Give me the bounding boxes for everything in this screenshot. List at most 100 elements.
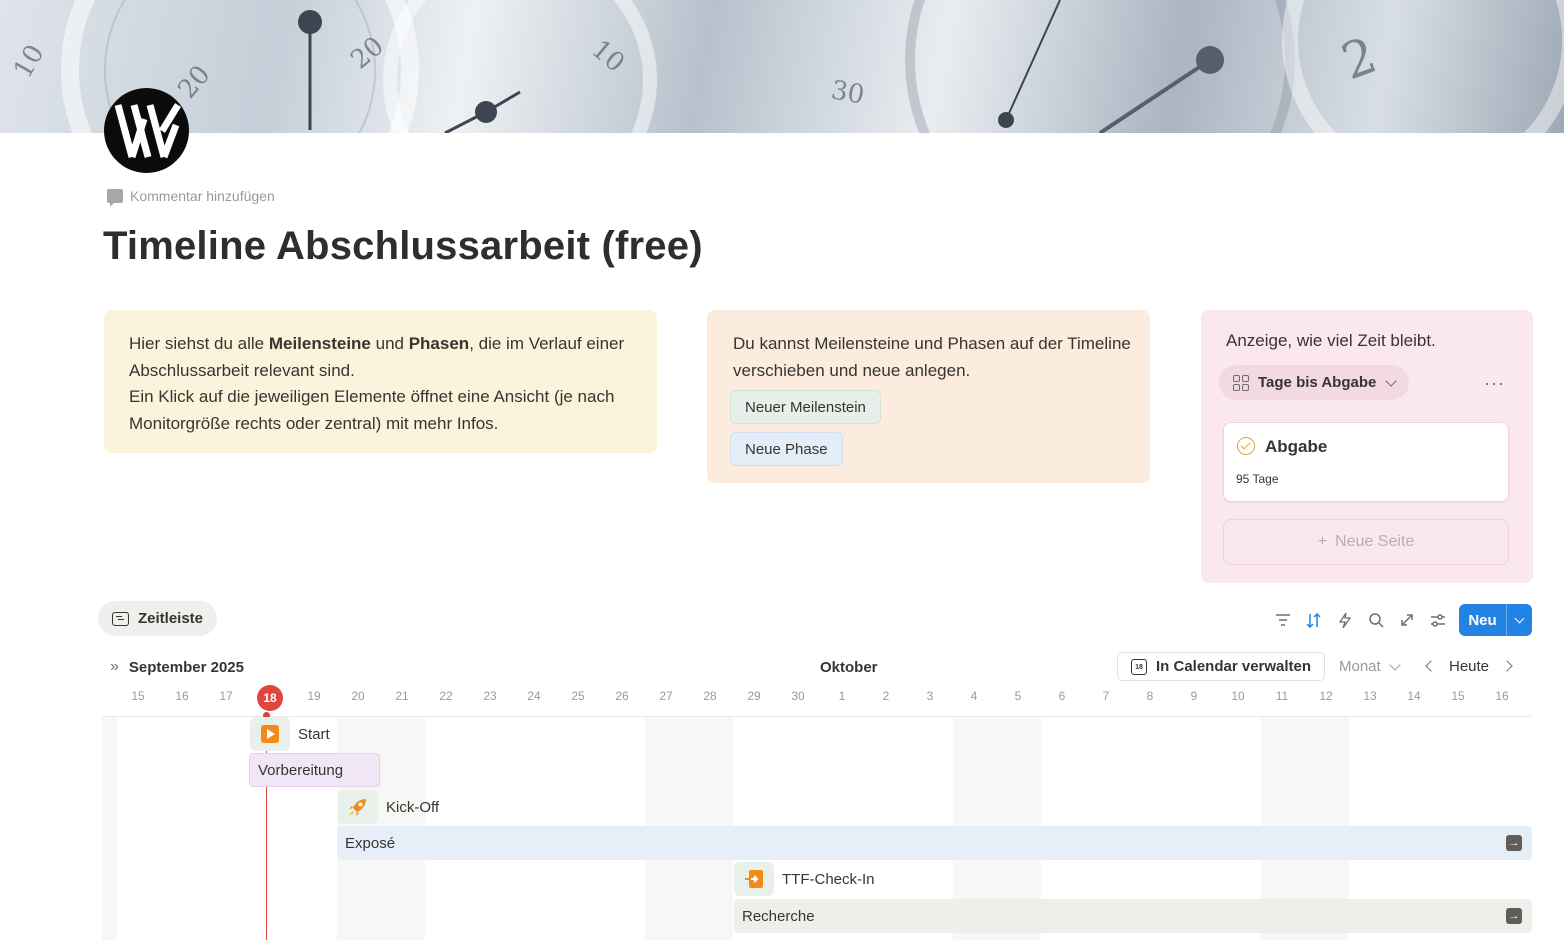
page-icon-logo[interactable] <box>104 88 189 173</box>
page-title[interactable]: Timeline Abschlussarbeit (free) <box>103 224 703 269</box>
view-tab-timeline[interactable]: Zeitleiste <box>98 601 218 636</box>
phase-vorbereitung[interactable]: Vorbereitung <box>249 753 380 787</box>
day-label: 11 <box>1275 689 1289 703</box>
milestone-label: TTF-Check-In <box>782 870 875 888</box>
chevron-down-icon <box>1389 658 1401 671</box>
callout-actions-text[interactable]: Du kannst Meilensteine und Phasen auf de… <box>733 331 1133 384</box>
day-label: 7 <box>1102 689 1110 703</box>
day-label: 28 <box>703 689 717 703</box>
previous-chevron-icon[interactable] <box>1425 660 1437 672</box>
day-label: 17 <box>219 689 233 703</box>
more-options-icon[interactable]: ··· <box>1484 373 1505 394</box>
scale-label: Monat <box>1339 658 1381 675</box>
svg-text:10: 10 <box>586 34 631 78</box>
next-chevron-icon[interactable] <box>1501 660 1513 672</box>
rocket-icon <box>338 790 378 824</box>
day-label: 6 <box>1058 689 1066 703</box>
chevron-down-icon <box>1385 374 1398 387</box>
automation-bolt-icon[interactable] <box>1336 612 1354 628</box>
add-comment-button[interactable]: Kommentar hinzufügen <box>107 188 275 207</box>
weekend-shade <box>102 717 117 940</box>
manage-in-calendar-button[interactable]: 18 In Calendar verwalten <box>1117 652 1326 681</box>
callout-info: Hier siehst du alle Meilensteine und Pha… <box>104 310 657 453</box>
calendar-icon: 18 <box>1131 658 1147 675</box>
milestone-label: Start <box>298 725 330 743</box>
day-label: 25 <box>571 689 585 703</box>
day-label: 14 <box>1407 689 1421 703</box>
day-label: 15 <box>131 689 145 703</box>
day-label: 2 <box>882 689 890 703</box>
search-icon[interactable] <box>1367 612 1385 628</box>
view-selector-days-until-submission[interactable]: Tage bis Abgabe <box>1219 365 1410 400</box>
day-label: 12 <box>1319 689 1333 703</box>
new-page-label: Neue Seite <box>1335 533 1415 550</box>
callout-countdown-text[interactable]: Anzeige, wie viel Zeit bleibt. <box>1226 331 1436 351</box>
day-label: 5 <box>1014 689 1022 703</box>
day-label: 15 <box>1451 689 1465 703</box>
comment-icon <box>107 189 123 207</box>
day-label: 30 <box>791 689 805 703</box>
today-marker: 18 <box>257 685 283 711</box>
day-label: 4 <box>970 689 978 703</box>
milestone-ttf-check-in[interactable]: TTF-Check-In <box>734 862 875 896</box>
manage-in-calendar-label: In Calendar verwalten <box>1156 658 1312 675</box>
view-tab-label: Zeitleiste <box>138 610 204 627</box>
day-label: 1 <box>838 689 846 703</box>
callout-info-text-part: Hier siehst du alle <box>129 334 269 353</box>
expand-icon[interactable] <box>1398 612 1416 628</box>
day-label: 19 <box>307 689 321 703</box>
callout-info-text-part: und <box>370 334 409 353</box>
day-label: 10 <box>1231 689 1245 703</box>
gallery-card-abgabe[interactable]: Abgabe 95 Tage <box>1223 422 1509 502</box>
new-entry-dropdown-chevron-icon[interactable] <box>1507 613 1532 623</box>
day-label: 20 <box>351 689 365 703</box>
sort-icon[interactable] <box>1305 612 1323 628</box>
phase-label: Vorbereitung <box>258 761 344 779</box>
callout-info-bold-milestones: Meilensteine <box>268 334 371 353</box>
phase-recherche[interactable]: Recherche → <box>734 899 1532 933</box>
callout-info-text[interactable]: Hier siehst du alle Meilensteine und Pha… <box>129 331 639 437</box>
day-label: 16 <box>1495 689 1509 703</box>
milestone-kickoff[interactable]: Kick-Off <box>338 790 439 824</box>
timeline-view-icon <box>112 611 129 626</box>
callout-info-bold-phases: Phasen <box>408 334 470 353</box>
filter-icon[interactable] <box>1274 612 1292 628</box>
play-icon <box>250 717 290 751</box>
new-milestone-button[interactable]: Neuer Meilenstein <box>730 390 881 424</box>
milestone-start[interactable]: Start <box>250 717 330 751</box>
month-label-september: September 2025 <box>128 658 244 676</box>
svg-text:10: 10 <box>8 40 51 84</box>
callout-info-text-part: Ein Klick auf die jeweiligen Elemente öf… <box>129 387 615 433</box>
open-arrow-icon[interactable]: → <box>1506 908 1522 924</box>
new-page-button[interactable]: + Neue Seite <box>1223 519 1509 565</box>
open-arrow-icon[interactable]: → <box>1506 835 1522 851</box>
svg-text:20: 20 <box>345 31 390 75</box>
cover-clock-illustration: 10 20 20 10 30 2 <box>8 0 1564 133</box>
plus-icon: + <box>1317 533 1328 550</box>
card-title: Abgabe <box>1265 437 1328 456</box>
card-days-remaining: 95 Tage <box>1236 472 1279 486</box>
cover-image[interactable]: 10 20 20 10 30 2 <box>0 0 1564 133</box>
page: 10 20 20 10 30 2 Kommentar hinzufügen Ti… <box>0 0 1564 940</box>
day-label: 13 <box>1363 689 1377 703</box>
new-phase-button[interactable]: Neue Phase <box>730 432 843 466</box>
sign-in-arrow-icon <box>734 862 774 896</box>
day-label: 23 <box>483 689 497 703</box>
day-label: 26 <box>615 689 629 703</box>
new-entry-button[interactable]: Neu <box>1459 604 1532 636</box>
day-label: 29 <box>747 689 761 703</box>
gallery-grid-icon <box>1233 374 1249 391</box>
phase-label: Exposé <box>345 834 396 852</box>
day-label: 3 <box>926 689 934 703</box>
phase-label: Recherche <box>742 907 815 925</box>
settings-sliders-icon[interactable] <box>1429 612 1447 628</box>
expand-table-double-chevron-icon[interactable]: » <box>110 658 119 676</box>
today-button[interactable]: Heute <box>1449 658 1489 675</box>
view-selector-label: Tage bis Abgabe <box>1258 374 1377 391</box>
new-entry-label: Neu <box>1468 611 1497 629</box>
phase-expose[interactable]: Exposé → <box>337 826 1532 860</box>
callout-actions: Du kannst Meilensteine und Phasen auf de… <box>707 310 1150 483</box>
day-label: 9 <box>1190 689 1198 703</box>
scale-selector[interactable]: Monat <box>1339 658 1401 675</box>
day-label: 8 <box>1146 689 1154 703</box>
